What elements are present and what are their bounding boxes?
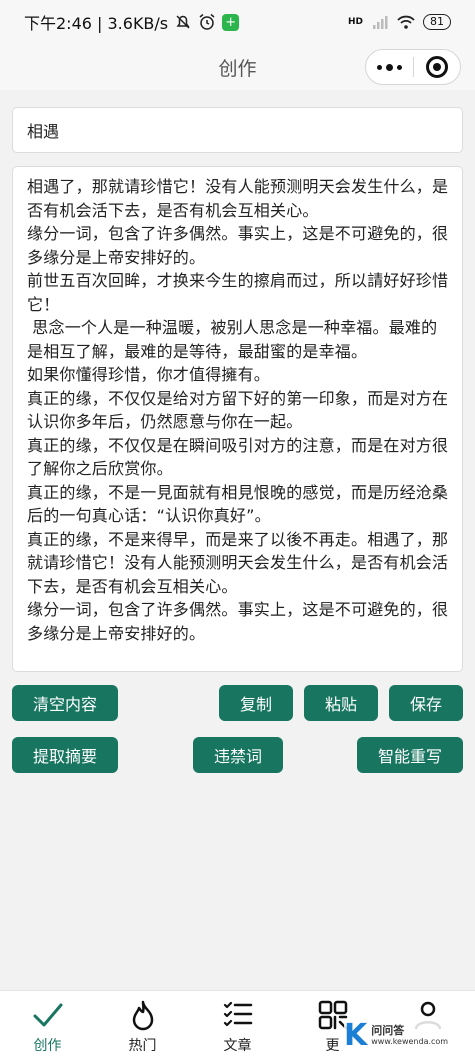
watermark-main-text: 问问答: [371, 1024, 405, 1037]
more-dots-icon: [376, 63, 402, 71]
flame-icon: [132, 1000, 153, 1031]
tab-label: 文章: [223, 1038, 252, 1054]
check-icon: [33, 1003, 62, 1027]
status-time-speed: 下午2:46 | 3.6KB/s: [24, 14, 169, 33]
smart-rewrite-button[interactable]: 智能重写: [357, 737, 463, 773]
page-title: 创作: [218, 57, 257, 80]
tab-hot[interactable]: 热门: [95, 991, 190, 1056]
bell-muted-icon: [176, 15, 190, 29]
signal-icon: [373, 16, 388, 29]
nav-bar: 创作: [0, 44, 475, 90]
paste-button[interactable]: 粘贴: [304, 685, 378, 721]
tab-label: 创作: [33, 1038, 62, 1054]
banned-words-button[interactable]: 违禁词: [193, 737, 283, 773]
tab-create[interactable]: 创作: [0, 991, 95, 1056]
mini-program-capsule: [365, 49, 461, 85]
copy-button[interactable]: 复制: [219, 685, 293, 721]
tab-label: 更: [325, 1038, 340, 1054]
more-menu-button[interactable]: [366, 50, 413, 84]
extract-summary-button[interactable]: 提取摘要: [12, 737, 118, 773]
battery-indicator: 81: [423, 14, 451, 30]
watermark-letter: K: [344, 1018, 368, 1053]
status-bar: 下午2:46 | 3.6KB/s + HD 81: [0, 0, 475, 44]
clear-content-button[interactable]: 清空内容: [12, 685, 118, 721]
alarm-clock-icon: [199, 13, 215, 30]
close-mini-program-button[interactable]: [414, 50, 461, 84]
watermark-url: www.kewenda.com: [371, 1037, 449, 1046]
checklist-icon: [223, 1001, 252, 1027]
tab-label: 热门: [128, 1038, 157, 1054]
network-hd-icon: HD: [347, 17, 363, 27]
app-notification-icon: +: [222, 13, 240, 31]
target-icon: [425, 56, 448, 78]
content-textarea[interactable]: 相遇了，那就请珍惜它！没有人能预测明天会发生什么，是否有机会活下去，是否有机会互…: [12, 166, 463, 672]
watermark-logo: K 问问答 www.kewenda.com: [344, 1020, 464, 1052]
wifi-icon: [397, 15, 415, 29]
title-input[interactable]: [12, 107, 463, 153]
save-button[interactable]: 保存: [389, 685, 463, 721]
tab-articles[interactable]: 文章: [190, 991, 285, 1056]
